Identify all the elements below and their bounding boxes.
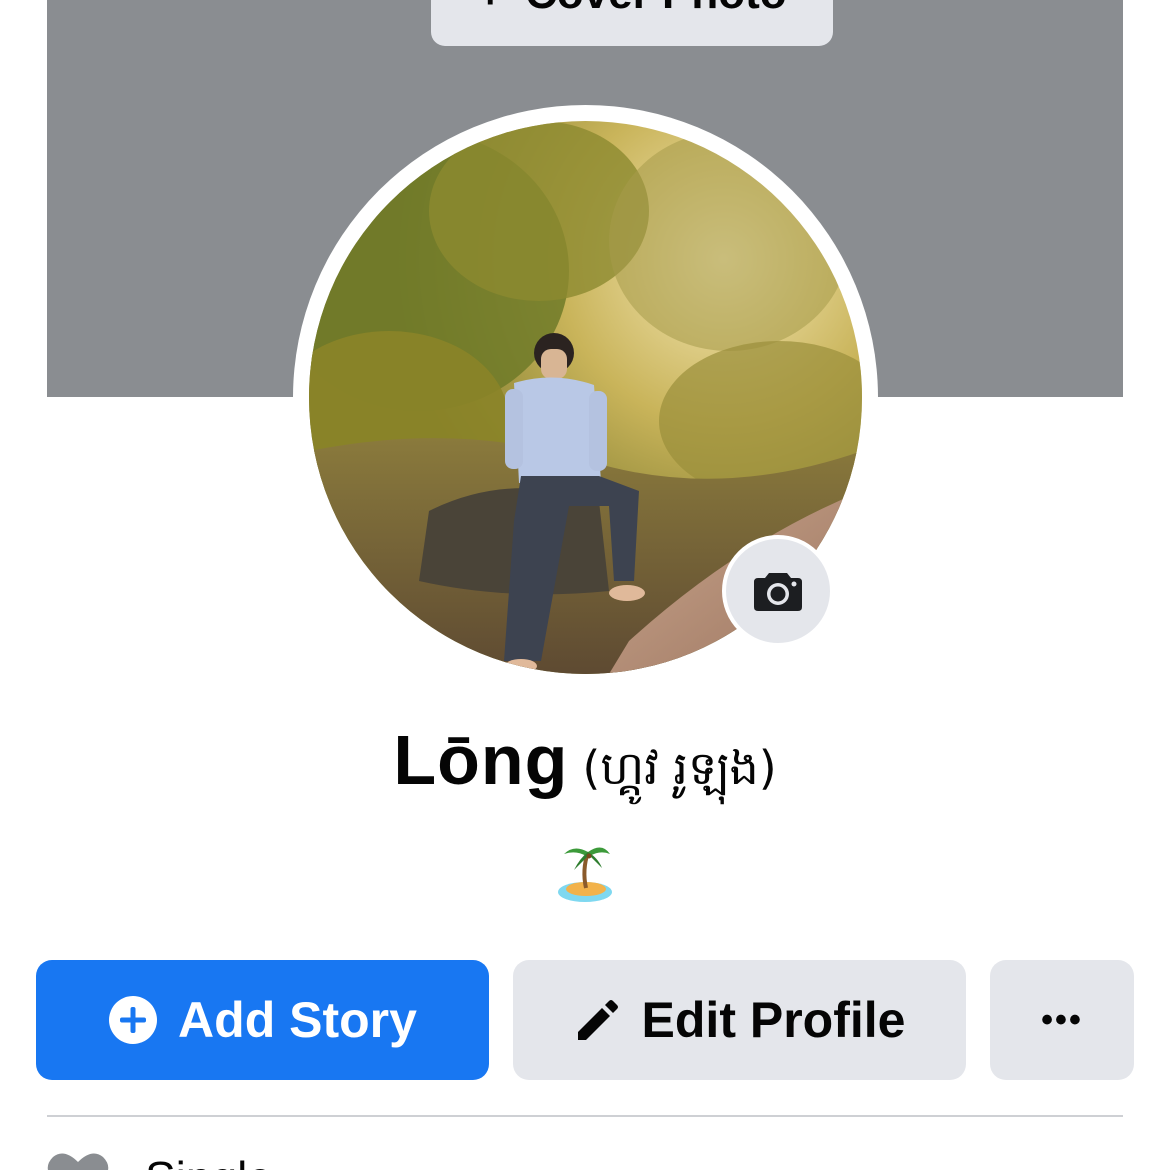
- plus-circle-icon: [109, 996, 158, 1044]
- change-profile-picture-button[interactable]: [722, 535, 834, 647]
- heart-icon: [47, 1153, 109, 1170]
- profile-name: Lōng (ហ្គូវ រូឡុង): [0, 720, 1170, 807]
- profile-name-main: Lōng: [393, 721, 569, 799]
- edit-profile-label: Edit Profile: [641, 992, 906, 1048]
- add-story-label: Add Story: [178, 992, 417, 1048]
- more-icon: •••: [1041, 1000, 1083, 1039]
- relationship-status-row: Single: [47, 1150, 273, 1170]
- cover-button-label: Cover Photo: [525, 0, 787, 16]
- edit-profile-button[interactable]: Edit Profile: [513, 960, 966, 1080]
- edit-cover-photo-button[interactable]: + Cover Photo: [431, 0, 833, 46]
- desert-island-icon: [556, 840, 614, 904]
- profile-page: + Cover Photo: [0, 0, 1170, 1170]
- add-story-button[interactable]: Add Story: [36, 960, 489, 1080]
- more-options-button[interactable]: •••: [990, 960, 1134, 1080]
- profile-name-alternate: (ហ្គូវ រូឡុង): [582, 741, 777, 795]
- camera-icon: [754, 573, 802, 611]
- section-divider: [47, 1115, 1123, 1117]
- relationship-status-label: Single: [145, 1155, 273, 1170]
- plus-icon: +: [477, 0, 503, 16]
- pencil-icon: [577, 1000, 618, 1040]
